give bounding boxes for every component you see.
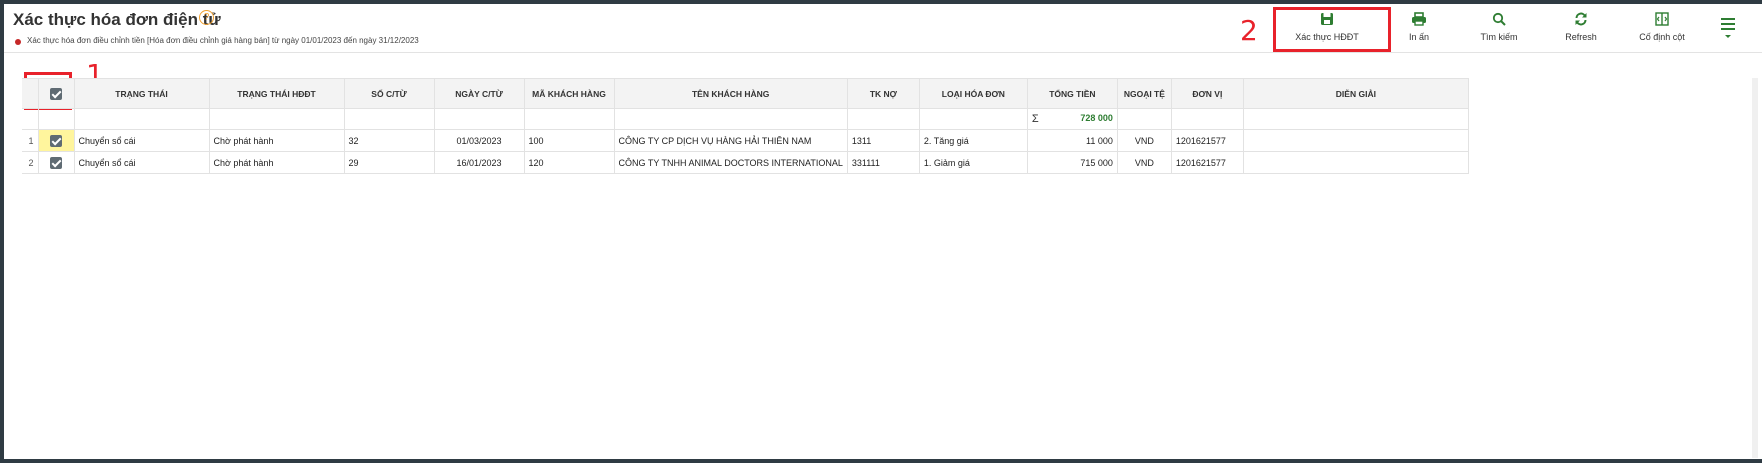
sigma-icon: Σ: [1031, 113, 1039, 125]
einvoice-status-cell[interactable]: Chờ phát hành: [208, 151, 345, 174]
customer-name-cell[interactable]: CÔNG TY CP DỊCH VỤ HÀNG HẢI THIÊN NAM: [613, 129, 848, 152]
status-cell[interactable]: Chuyển sổ cái: [73, 151, 210, 174]
window-bottom-bar: [0, 459, 1762, 463]
divider: [4, 52, 1762, 53]
hamburger-icon: [1720, 18, 1736, 46]
total-sum-cell: Σ 728 000: [1026, 108, 1118, 130]
total-cell[interactable]: 11 000: [1026, 129, 1118, 152]
column-header[interactable]: TRẠNG THÁI HĐĐT: [208, 78, 345, 109]
table-header-row: TRẠNG THÁI TRẠNG THÁI HĐĐT SỐ C/TỪ NGÀY …: [22, 78, 1469, 109]
table-row[interactable]: 1 Chuyển sổ cái Chờ phát hành 32 01/03/2…: [22, 129, 1469, 152]
column-header[interactable]: MÃ KHÁCH HÀNG: [523, 78, 615, 109]
row-number: 1: [22, 129, 39, 152]
print-button[interactable]: In ấn: [1379, 12, 1459, 48]
column-header[interactable]: NGOẠI TỆ: [1116, 78, 1172, 109]
column-header[interactable]: TỔNG TIỀN: [1026, 78, 1118, 109]
total-cell[interactable]: 715 000: [1026, 151, 1118, 174]
column-header[interactable]: NGÀY C/TỪ: [433, 78, 525, 109]
description-cell[interactable]: [1242, 129, 1469, 152]
invoice-type-cell[interactable]: 2. Tăng giá: [918, 129, 1028, 152]
page-title: Xác thực hóa đơn điện tử: [13, 10, 221, 29]
einvoice-status-cell[interactable]: Chờ phát hành: [208, 129, 345, 152]
row-checkbox[interactable]: [37, 129, 75, 152]
vertical-scrollbar[interactable]: [1752, 78, 1758, 458]
page-subtitle: Xác thực hóa đơn điều chỉnh tiền [Hóa đơ…: [27, 36, 419, 45]
column-header[interactable]: SỐ C/TỪ: [343, 78, 435, 109]
description-cell[interactable]: [1242, 151, 1469, 174]
checkbox-checked-icon: [50, 87, 62, 100]
table-row[interactable]: 2 Chuyển sổ cái Chờ phát hành 29 16/01/2…: [22, 151, 1469, 174]
more-menu-button[interactable]: [1720, 16, 1738, 44]
doc-date-cell[interactable]: 16/01/2023: [433, 151, 525, 174]
search-label: Tìm kiếm: [1480, 32, 1518, 42]
doc-no-cell[interactable]: 29: [343, 151, 435, 174]
column-header[interactable]: TRẠNG THÁI: [73, 78, 210, 109]
debit-account-cell[interactable]: 1311: [846, 129, 920, 152]
debit-account-cell[interactable]: 331111: [846, 151, 920, 174]
summary-row: Σ 728 000: [22, 108, 1469, 130]
unit-cell[interactable]: 1201621577: [1170, 151, 1244, 174]
window-top-bar: [0, 0, 1762, 4]
annotation-number-2: 2: [1240, 14, 1258, 47]
refresh-icon: [1541, 12, 1621, 28]
status-dot: [15, 39, 21, 45]
currency-cell[interactable]: VND: [1116, 129, 1172, 152]
unit-cell[interactable]: 1201621577: [1170, 129, 1244, 152]
checkbox-checked-icon: [50, 156, 62, 169]
help-icon[interactable]: ?: [199, 10, 214, 25]
customer-code-cell[interactable]: 120: [523, 151, 615, 174]
doc-date-cell[interactable]: 01/03/2023: [433, 129, 525, 152]
column-header[interactable]: TK NỢ: [846, 78, 920, 109]
pin-column-button[interactable]: Cố định cột: [1622, 12, 1702, 48]
annotation-box-2: [1273, 7, 1391, 52]
printer-icon: [1379, 12, 1459, 28]
search-icon: [1459, 12, 1539, 28]
column-header[interactable]: TÊN KHÁCH HÀNG: [613, 78, 848, 109]
row-checkbox[interactable]: [37, 151, 75, 174]
refresh-button[interactable]: Refresh: [1541, 12, 1621, 48]
currency-cell[interactable]: VND: [1116, 151, 1172, 174]
search-button[interactable]: Tìm kiếm: [1459, 12, 1539, 48]
print-label: In ấn: [1408, 32, 1430, 42]
customer-code-cell[interactable]: 100: [523, 129, 615, 152]
total-sum-value: 728 000: [1080, 113, 1113, 123]
pin-column-label: Cố định cột: [1639, 32, 1685, 42]
column-header[interactable]: ĐƠN VỊ: [1170, 78, 1244, 109]
doc-no-cell[interactable]: 32: [343, 129, 435, 152]
rownum-header: [22, 78, 39, 109]
invoice-type-cell[interactable]: 1. Giảm giá: [918, 151, 1028, 174]
invoice-table: TRẠNG THÁI TRẠNG THÁI HĐĐT SỐ C/TỪ NGÀY …: [22, 78, 1469, 174]
checkbox-checked-icon: [50, 134, 62, 147]
row-number: 2: [22, 151, 39, 174]
customer-name-cell[interactable]: CÔNG TY TNHH ANIMAL DOCTORS INTERNATIONA…: [613, 151, 848, 174]
column-header[interactable]: LOẠI HÓA ĐƠN: [918, 78, 1028, 109]
window-left-border: [0, 0, 4, 463]
status-cell[interactable]: Chuyển sổ cái: [73, 129, 210, 152]
pin-column-icon: [1622, 12, 1702, 28]
refresh-label: Refresh: [1565, 32, 1597, 42]
column-header[interactable]: DIỄN GIẢI: [1242, 78, 1469, 109]
select-all-checkbox[interactable]: [37, 78, 75, 109]
